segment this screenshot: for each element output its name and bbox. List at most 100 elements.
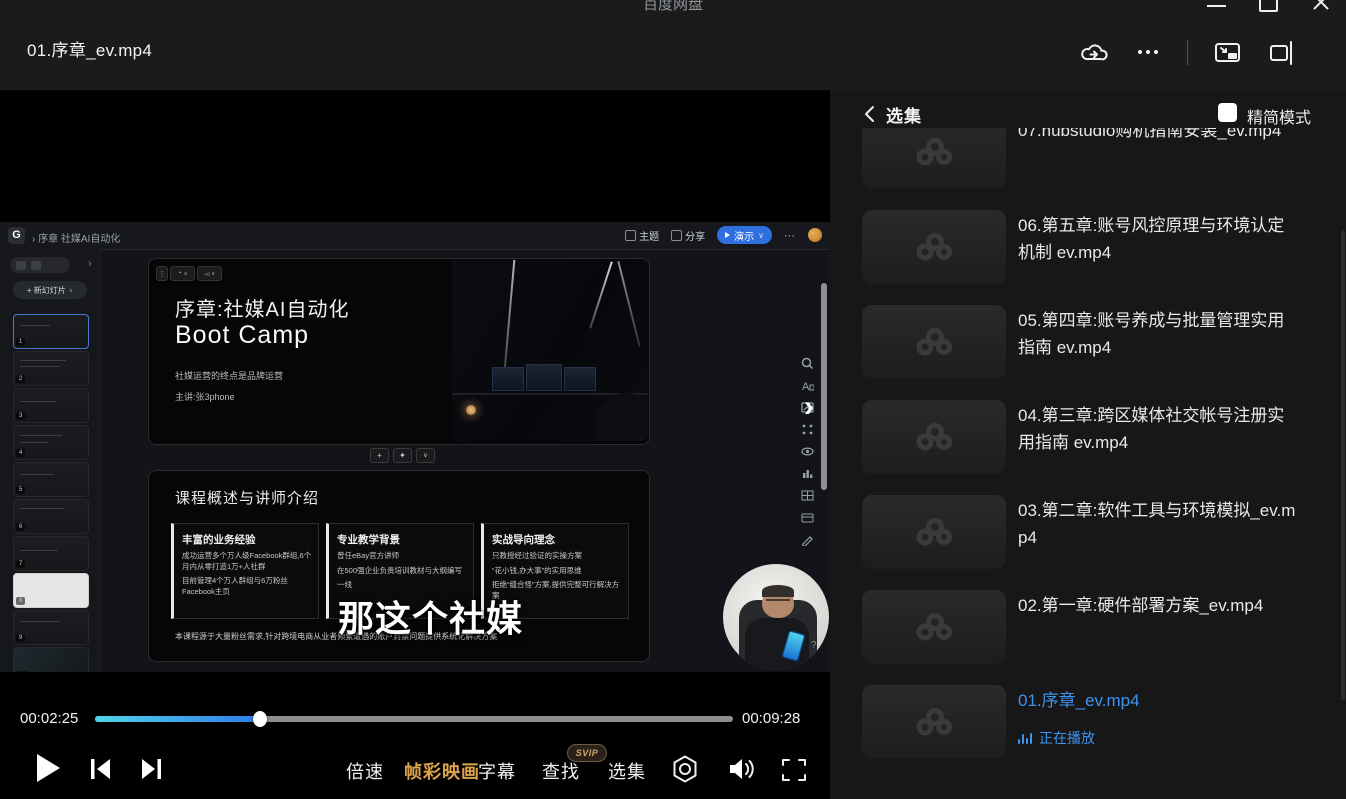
slide-menu-icon: ⋮ xyxy=(156,266,168,281)
svip-badge: SVIP xyxy=(567,744,607,762)
presenter-hair xyxy=(762,585,794,597)
playlist-item-title: 05.第四章:账号养成与批量管理实用指南 ev.mp4 xyxy=(1018,307,1296,361)
slide-style-icon: ◔∨ xyxy=(170,266,195,281)
slide1-photo xyxy=(452,260,648,441)
now-playing-status: 正在播放 xyxy=(1018,728,1095,748)
gamma-share-button: 分享 xyxy=(671,228,705,243)
progress-thumb[interactable] xyxy=(253,711,267,727)
webcam-hint: ? xyxy=(811,640,817,651)
video-thumbnail xyxy=(862,590,1006,664)
gamma-present-button: 演示∨ xyxy=(717,226,772,244)
layout-grid-icon xyxy=(801,423,814,436)
panel-collapse-handle[interactable]: › xyxy=(804,390,814,424)
play-button[interactable] xyxy=(37,754,60,782)
zoom-icon xyxy=(801,357,814,370)
gamma-logo: G xyxy=(8,227,25,244)
slide-thumbnail: 4 xyxy=(13,425,89,460)
playlist-item-title: 06.第五章:账号风控原理与环境认定机制 ev.mp4 xyxy=(1018,212,1296,266)
playlist-item[interactable]: 06.第五章:账号风控原理与环境认定机制 ev.mp4 xyxy=(862,210,1332,296)
gamma-slide-sidebar: › + 新幻灯片∨ 1 2 3 4 5 6 7 8 9 10 xyxy=(0,249,101,672)
duration: 00:09:28 xyxy=(742,710,800,727)
baidu-cloud-icon xyxy=(910,325,958,359)
gamma-new-slide-button: + 新幻灯片∨ xyxy=(13,281,87,299)
baidu-cloud-icon xyxy=(910,230,958,264)
progress-fill xyxy=(95,716,260,722)
progress-track[interactable] xyxy=(95,716,733,722)
enhance-button[interactable]: 帧彩映画 xyxy=(404,758,480,784)
close-button[interactable] xyxy=(1311,0,1331,12)
slide-thumbnail: 5 xyxy=(13,462,89,497)
minimize-button[interactable] xyxy=(1207,5,1226,7)
playlist-item[interactable]: 05.第四章:账号养成与批量管理实用指南 ev.mp4 xyxy=(862,305,1332,391)
episodes-button[interactable]: 选集 xyxy=(608,758,646,784)
gamma-avatar xyxy=(808,228,822,242)
playlist-item-title: 04.第三章:跨区媒体社交帐号注册实用指南 ev.mp4 xyxy=(1018,402,1296,456)
playlist-title: 选集 xyxy=(886,102,922,127)
titlebar-divider xyxy=(1187,40,1188,65)
next-button[interactable] xyxy=(138,756,164,782)
volume-icon[interactable] xyxy=(726,754,756,784)
playlist-item-title: 07.hubstudio购机指南安装_ev.mp4 xyxy=(1018,128,1296,144)
slide1-speaker: 主讲:张3phone xyxy=(175,390,235,403)
playlist-scrollbar[interactable] xyxy=(1341,230,1345,700)
slide-thumbnail: 10 xyxy=(13,647,89,672)
speed-button[interactable]: 倍速 xyxy=(346,758,384,784)
video-thumbnail xyxy=(862,305,1006,379)
table-icon xyxy=(801,489,814,502)
slide1-tagline: 社媒运营的终点是品牌运营 xyxy=(175,369,283,382)
simple-mode-label: 精简模式 xyxy=(1247,104,1311,128)
playlist-list: 07.hubstudio购机指南安装_ev.mp4 06.第五章:账号风控原理与… xyxy=(830,128,1346,799)
gamma-more-icon: ⋯ xyxy=(784,229,796,242)
cloud-save-icon[interactable] xyxy=(1080,40,1108,66)
back-icon[interactable] xyxy=(862,105,878,123)
chart-icon xyxy=(801,467,814,480)
playlist-item-title: 02.第一章:硬件部署方案_ev.mp4 xyxy=(1018,592,1296,619)
gamma-topbar: G › 序章 社媒AI自动化 主题 分享 演示∨ ⋯ xyxy=(0,222,830,250)
app-window: 百度网盘 01.序章_ev.mp4 G › 序章 社媒AI自动化 xyxy=(0,0,1346,799)
gamma-tool-rail: A xyxy=(801,357,814,546)
maximize-button[interactable] xyxy=(1259,0,1278,12)
subtitle-button[interactable]: 字幕 xyxy=(478,758,516,784)
presenter-glasses xyxy=(766,599,790,606)
ai-sparkle-icon: ✦ xyxy=(393,448,412,463)
playlist-item-title: 03.第二章:软件工具与环境模拟_ev.mp4 xyxy=(1018,497,1296,551)
more-icon[interactable] xyxy=(1138,50,1158,54)
subtitle-overlay: 那这个社媒 xyxy=(338,590,523,642)
gamma-breadcrumb: › 序章 社媒AI自动化 xyxy=(32,230,120,245)
slide-thumbnail: 8 xyxy=(13,573,89,608)
baidu-cloud-icon xyxy=(910,135,958,169)
gamma-sidebar-collapse-icon: › xyxy=(88,258,92,270)
equalizer-icon xyxy=(1018,732,1032,744)
playlist-item[interactable]: 07.hubstudio购机指南安装_ev.mp4 xyxy=(862,128,1332,201)
chevron-down-icon: ∨ xyxy=(416,448,435,463)
playlist-panel: 选集 精简模式 07.hubstudio购机指南安装_ev.mp4 06.第五章… xyxy=(830,90,1346,799)
slide-insert-toolbar: + ✦ ∨ xyxy=(370,448,435,463)
simple-mode-checkbox[interactable] xyxy=(1218,103,1237,122)
baidu-cloud-icon xyxy=(910,705,958,739)
pip-icon[interactable] xyxy=(1214,40,1242,66)
video-thumbnail xyxy=(862,210,1006,284)
previous-button[interactable] xyxy=(88,756,114,782)
video-player: G › 序章 社媒AI自动化 主题 分享 演示∨ ⋯ › + 新幻灯片∨ 1 2… xyxy=(0,90,830,799)
video-thumbnail xyxy=(862,685,1006,759)
playlist-item[interactable]: 03.第二章:软件工具与环境模拟_ev.mp4 xyxy=(862,495,1332,581)
share-icon xyxy=(671,230,682,241)
titlebar: 百度网盘 01.序章_ev.mp4 xyxy=(0,0,1346,90)
miniplayer-icon[interactable] xyxy=(1268,40,1296,66)
gamma-view-toggle xyxy=(10,257,70,273)
playlist-item-active[interactable]: 01.序章_ev.mp4 正在播放 xyxy=(862,685,1332,771)
settings-icon[interactable] xyxy=(670,754,700,784)
play-icon xyxy=(725,232,730,238)
slide-thumbnail: 9 xyxy=(13,610,89,645)
video-title: 01.序章_ev.mp4 xyxy=(27,36,152,61)
slide-1: ⋮ ◔∨ ◅∨ ▣ 序章:社媒AI自动化 Boot Camp 社媒运营的终点是品… xyxy=(148,258,650,445)
video-thumbnail xyxy=(862,128,1006,189)
gamma-scrollbar xyxy=(821,283,827,490)
playlist-item[interactable]: 02.第一章:硬件部署方案_ev.mp4 xyxy=(862,590,1332,676)
slide-thumbnail: 7 xyxy=(13,536,89,571)
add-slide-icon: + xyxy=(370,448,389,463)
fullscreen-button[interactable] xyxy=(780,756,808,784)
playlist-item[interactable]: 04.第三章:跨区媒体社交帐号注册实用指南 ev.mp4 xyxy=(862,400,1332,486)
baidu-cloud-icon xyxy=(910,515,958,549)
baidu-cloud-icon xyxy=(910,420,958,454)
